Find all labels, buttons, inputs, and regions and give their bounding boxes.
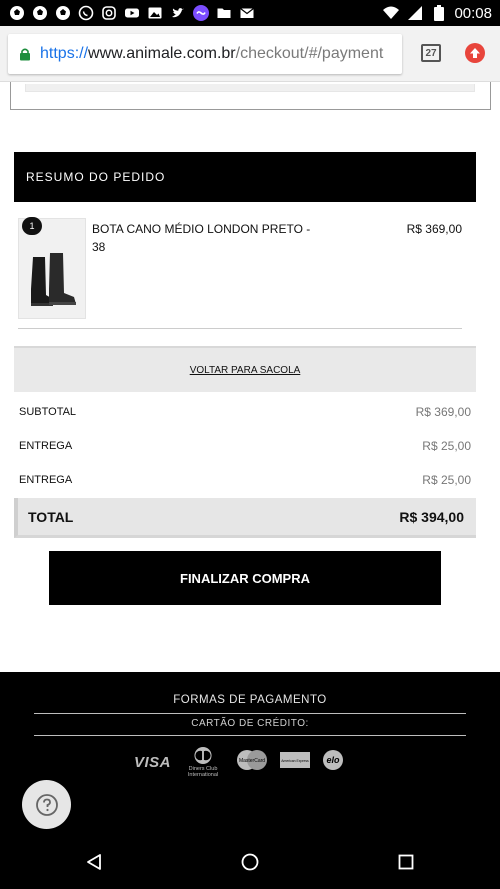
url-host: www.animale.com.br [88,45,236,62]
checkout-page: RESUMO DO PEDIDO 1 BOTA CANO MÉDIO LONDO… [0,82,500,834]
status-bar: 00:08 [0,0,500,26]
question-icon [35,793,58,816]
help-button[interactable] [22,780,71,829]
delivery-label: ENTREGA [19,474,73,486]
total-value: R$ 394,00 [399,508,464,525]
home-icon[interactable] [236,848,264,876]
whatsapp-icon [77,4,95,22]
subtotal-label: SUBTOTAL [19,406,77,418]
previous-section-box [10,82,491,110]
quantity-badge: 1 [22,217,42,235]
mail-icon [238,4,256,22]
status-right: 00:08 [382,4,492,22]
back-to-bag-link[interactable]: VOLTAR PARA SACOLA [190,365,301,376]
order-item: 1 BOTA CANO MÉDIO LONDON PRETO - 38 R$ 3… [18,217,462,330]
folder-icon [215,4,233,22]
youtube-icon [123,4,141,22]
footer-divider [34,735,466,736]
previous-section-inner [25,84,475,92]
total-label: TOTAL [28,508,74,525]
back-icon[interactable] [80,848,108,876]
diners-logo: Diners Club International [181,746,225,778]
url-text: https://www.animale.com.br/checkout/#/pa… [40,45,383,63]
tab-switcher-button[interactable]: 27 [421,44,441,62]
order-summary-header: RESUMO DO PEDIDO [14,152,476,202]
delivery-label: ENTREGA [19,440,73,452]
status-time: 00:08 [454,4,492,22]
product-price: R$ 369,00 [406,222,462,236]
product-name: BOTA CANO MÉDIO LONDON PRETO - 38 [92,222,311,254]
amex-text: American Express [281,759,309,763]
visa-logo: VISA [134,753,172,771]
diners-icon [194,746,212,765]
delivery-row: ENTREGA R$ 25,00 [19,437,471,455]
url-scheme: https:// [40,45,89,62]
delivery-value: R$ 25,00 [422,439,471,453]
lock-icon [18,47,32,61]
back-to-bag-bar: VOLTAR PARA SACOLA [14,346,476,392]
instagram-icon [100,4,118,22]
credit-card-title: CARTÃO DE CRÉDITO: [191,718,309,729]
delivery-row: ENTREGA R$ 25,00 [19,471,471,489]
subtotal-value: R$ 369,00 [415,405,471,419]
mastercard-text: MasterCard [239,758,265,764]
diners-text: Diners Club International [187,766,219,778]
browser-toolbar: https://www.animale.com.br/checkout/#/pa… [0,26,500,82]
subtotal-row: SUBTOTAL R$ 369,00 [19,403,471,421]
elo-text: elo [327,755,341,765]
mastercard-logo: MasterCard [235,749,269,776]
delivery-value: R$ 25,00 [422,473,471,487]
soccer-ball-icon [54,4,72,22]
footer: FORMAS DE PAGAMENTO CARTÃO DE CRÉDITO: V… [0,672,500,834]
wifi-icon [382,4,400,22]
twitter-icon [169,4,187,22]
signal-icon [406,4,424,22]
soccer-ball-icon [31,4,49,22]
card-logos: VISA Diners Club International MasterCar… [134,746,374,778]
update-icon[interactable] [465,43,485,63]
image-icon [146,4,164,22]
notification-icons [8,4,256,22]
total-row: TOTAL R$ 394,00 [14,498,476,538]
messenger-icon [192,4,210,22]
navigation-bar [0,834,500,889]
item-divider [18,328,462,329]
amex-logo: American Express [279,750,311,775]
elo-logo: elo [321,749,345,776]
recent-apps-icon[interactable] [392,848,420,876]
finalize-purchase-button[interactable]: FINALIZAR COMPRA [49,551,441,605]
payment-methods-title: FORMAS DE PAGAMENTO [173,694,327,706]
battery-icon [430,4,448,22]
url-field[interactable]: https://www.animale.com.br/checkout/#/pa… [8,34,402,74]
footer-divider [34,713,466,714]
url-path: /checkout/#/payment [235,45,384,62]
soccer-ball-icon [8,4,26,22]
